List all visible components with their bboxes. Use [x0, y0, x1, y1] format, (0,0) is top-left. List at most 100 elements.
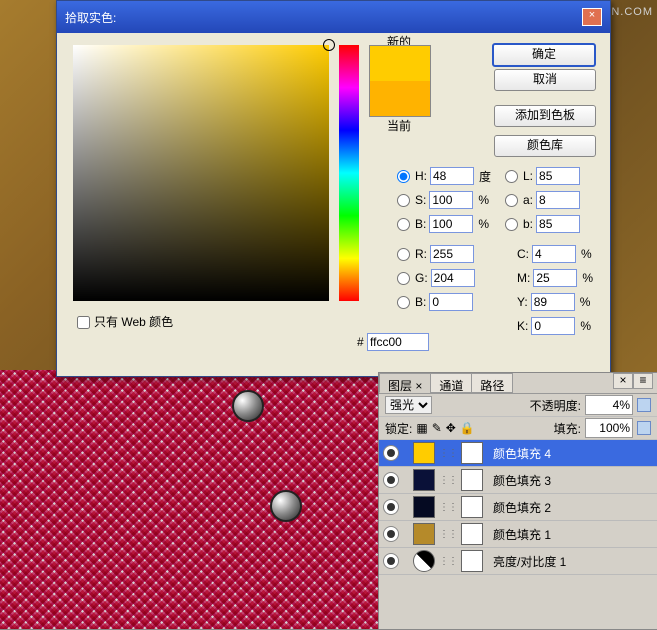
visibility-icon[interactable] [383, 499, 399, 515]
radio-b-rgb[interactable] [397, 296, 410, 309]
input-g[interactable] [431, 269, 475, 287]
panel-close-icon[interactable]: × [613, 373, 633, 389]
swatch-new [370, 46, 430, 81]
layer-swatch [413, 442, 435, 464]
field-h[interactable]: H:度 [397, 167, 491, 185]
tab-channels[interactable]: 通道 [430, 373, 472, 393]
input-b-hsb[interactable] [429, 215, 473, 233]
input-a[interactable] [536, 191, 580, 209]
tab-paths[interactable]: 路径 [471, 373, 513, 393]
radio-l[interactable] [505, 170, 518, 183]
field-y[interactable]: Y:% [517, 293, 590, 311]
tab-layers[interactable]: 图层 × [379, 373, 431, 393]
photo-clothing [0, 370, 380, 629]
input-l[interactable] [536, 167, 580, 185]
field-g[interactable]: G: [397, 269, 475, 287]
visibility-icon[interactable] [383, 526, 399, 542]
lock-transparency-icon[interactable]: ▦ [416, 421, 427, 435]
visibility-icon[interactable] [383, 553, 399, 569]
dialog-titlebar[interactable]: 拾取实色: × [57, 1, 610, 33]
input-c[interactable] [532, 245, 576, 263]
blend-mode-select[interactable]: 强光 [385, 396, 432, 414]
radio-b[interactable] [397, 218, 410, 231]
radio-r[interactable] [397, 248, 410, 261]
layer-mask[interactable] [461, 523, 483, 545]
layer-row[interactable]: ⋮⋮颜色填充 4 [379, 440, 657, 467]
swatch-current [370, 81, 430, 116]
lock-label: 锁定: [385, 420, 412, 437]
input-h[interactable] [430, 167, 474, 185]
visibility-icon[interactable] [383, 445, 399, 461]
field-m[interactable]: M:% [517, 269, 593, 287]
link-icon: ⋮⋮ [439, 556, 457, 567]
link-icon: ⋮⋮ [439, 475, 457, 486]
web-only-checkbox[interactable]: 只有 Web 颜色 [73, 313, 173, 332]
layer-name: 颜色填充 4 [493, 445, 551, 462]
color-lib-button[interactable]: 颜色库 [494, 135, 596, 157]
lock-row: 锁定: ▦ ✎ ✥ 🔒 填充: [379, 417, 657, 440]
input-s[interactable] [429, 191, 473, 209]
layer-row[interactable]: ⋮⋮ 颜色填充 2 [379, 494, 657, 521]
visibility-icon[interactable] [383, 472, 399, 488]
opacity-slider-icon[interactable] [637, 398, 651, 412]
color-picker-dialog: 拾取实色: × 新的 当前 确定 取消 添加到色板 颜色库 H:度 S:% B:… [56, 0, 611, 377]
layer-swatch [413, 523, 435, 545]
close-icon[interactable]: × [582, 8, 602, 26]
layer-mask[interactable] [461, 550, 483, 572]
layer-name: 亮度/对比度 1 [493, 553, 566, 570]
radio-s[interactable] [397, 194, 410, 207]
input-y[interactable] [531, 293, 575, 311]
color-marker[interactable] [323, 39, 335, 51]
lock-paint-icon[interactable]: ✎ [432, 421, 442, 435]
opacity-input[interactable] [585, 395, 633, 415]
layer-name: 颜色填充 3 [493, 472, 551, 489]
layer-swatch [413, 496, 435, 518]
layer-swatch [413, 469, 435, 491]
layer-name: 颜色填充 1 [493, 526, 551, 543]
input-r[interactable] [430, 245, 474, 263]
input-k[interactable] [531, 317, 575, 335]
hex-field[interactable]: # [357, 333, 429, 351]
input-hex[interactable] [367, 333, 429, 351]
input-m[interactable] [533, 269, 577, 287]
layer-name: 颜色填充 2 [493, 499, 551, 516]
radio-b-lab[interactable] [505, 218, 518, 231]
layer-mask[interactable] [461, 442, 483, 464]
input-b-rgb[interactable] [429, 293, 473, 311]
lock-move-icon[interactable]: ✥ [446, 421, 456, 435]
field-b-rgb[interactable]: B: [397, 293, 473, 311]
layer-mask[interactable] [461, 469, 483, 491]
layer-row[interactable]: ⋮⋮ 亮度/对比度 1 [379, 548, 657, 575]
coat-button [270, 490, 302, 522]
current-label: 当前 [387, 117, 411, 134]
input-b-lab[interactable] [536, 215, 580, 233]
layer-mask[interactable] [461, 496, 483, 518]
panel-menu-icon[interactable]: ≡ [633, 373, 653, 389]
color-field[interactable] [73, 45, 329, 301]
coat-button [232, 390, 264, 422]
field-a[interactable]: a: [505, 191, 580, 209]
add-swatch-button[interactable]: 添加到色板 [494, 105, 596, 127]
cancel-button[interactable]: 取消 [494, 69, 596, 91]
radio-h[interactable] [397, 170, 410, 183]
layer-row[interactable]: ⋮⋮颜色填充 1 [379, 521, 657, 548]
field-s[interactable]: S:% [397, 191, 489, 209]
field-b-lab[interactable]: b: [505, 215, 580, 233]
layer-row[interactable]: ⋮⋮ 颜色填充 3 [379, 467, 657, 494]
lock-all-icon[interactable]: 🔒 [460, 421, 475, 435]
radio-a[interactable] [505, 194, 518, 207]
fill-input[interactable] [585, 418, 633, 438]
field-l[interactable]: L: [505, 167, 580, 185]
hue-slider[interactable] [339, 45, 359, 301]
layers-panel: × ≡ 图层 × 通道 路径 强光 不透明度: 锁定: ▦ ✎ ✥ 🔒 填充: … [378, 372, 657, 630]
fill-label: 填充: [554, 420, 581, 437]
field-b-hsb[interactable]: B:% [397, 215, 489, 233]
blend-row: 强光 不透明度: [379, 394, 657, 417]
ok-button[interactable]: 确定 [492, 43, 596, 67]
radio-g[interactable] [397, 272, 410, 285]
link-icon: ⋮⋮ [439, 502, 457, 513]
field-k[interactable]: K:% [517, 317, 591, 335]
field-r[interactable]: R: [397, 245, 474, 263]
fill-slider-icon[interactable] [637, 421, 651, 435]
field-c[interactable]: C:% [517, 245, 592, 263]
